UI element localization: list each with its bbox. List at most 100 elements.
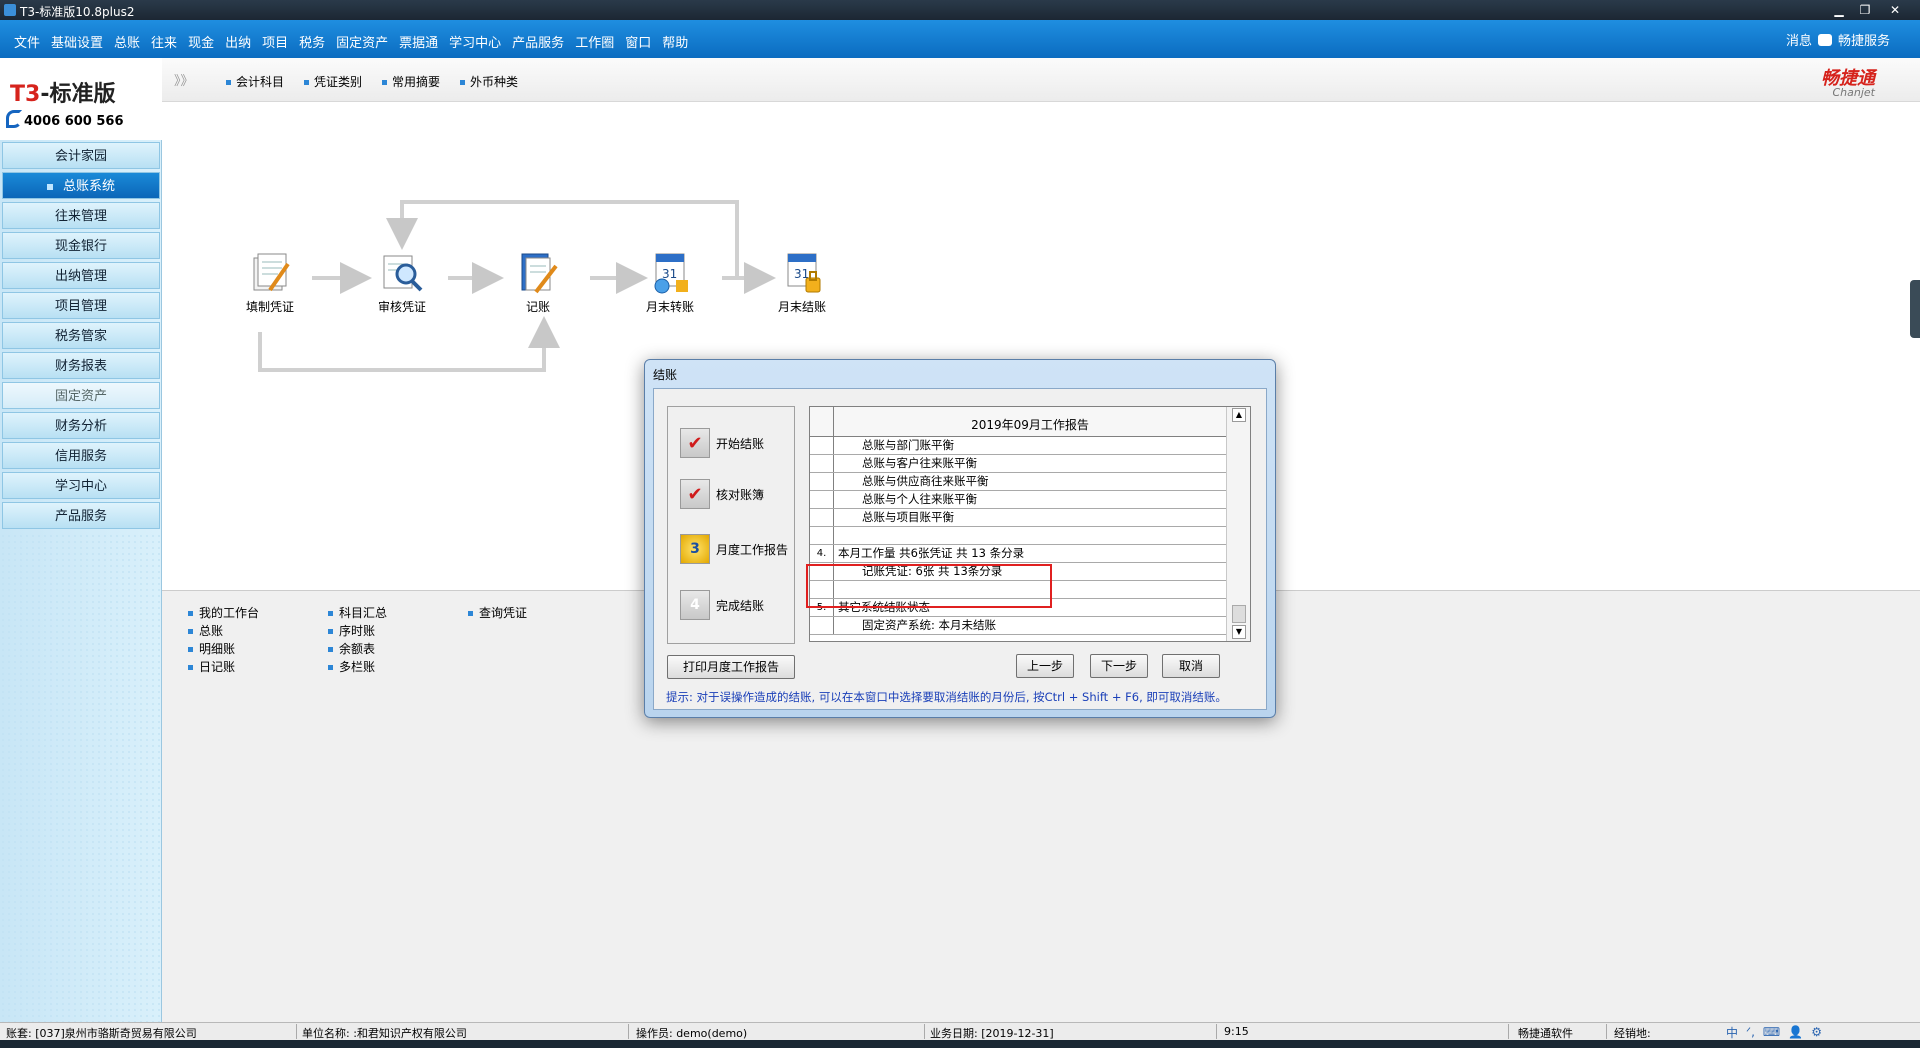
quick-link[interactable]: 明细账 [188,640,235,657]
status-business-date: 业务日期: [2019-12-31] [930,1027,1054,1040]
quick-link[interactable]: 科目汇总 [328,604,387,621]
menu-list: 文件 基础设置 总账 往来 现金 出纳 项目 税务 固定资产 票据通 学习中心 产品服务 工作圈 窗口 帮助 [14,32,699,51]
report-row-index [810,437,834,454]
menu-item[interactable]: 固定资产 [336,32,388,51]
report-row-index [810,527,834,544]
wizard-steps: ✔ 开始结账 ✔ 核对账簿 3 月度工作报告 4 完成结账 [667,406,795,644]
report-row-text: 总账与客户往来账平衡 [862,456,977,470]
sidebar-item[interactable]: 财务分析 [2,412,160,439]
sidebar-item[interactable]: 出纳管理 [2,262,160,289]
report-row-index [810,509,834,526]
toolbar-link[interactable]: 凭证类别 [304,73,362,90]
expand-toggle[interactable]: 》》 [174,70,194,89]
menu-item[interactable]: 窗口 [625,32,651,51]
sidebar-item[interactable]: 总账系统 [2,172,160,199]
report-row: 4. 本月工作量 共6张凭证 共 13 条分录 [810,545,1226,563]
quick-link[interactable]: 日记账 [188,658,235,675]
toolbar-link[interactable]: 外币种类 [460,73,518,90]
sidebar-item-label: 学习中心 [54,479,107,494]
report-row-index [810,473,834,490]
scroll-up-icon[interactable]: ▲ [1232,408,1246,422]
close-icon[interactable]: ✕ [1884,2,1906,18]
wizard-step-label: 月度工作报告 [716,542,789,557]
sidebar-item[interactable]: 现金银行 [2,232,160,259]
menu-item[interactable]: 工作圈 [575,32,614,51]
title-bar: T3-标准版10.8plus2 ▁ ❐ ✕ [0,0,1920,20]
report-row-text: 固定资产系统: 本月未结账 [862,618,997,632]
messages-link[interactable]: 消息 [1786,30,1812,49]
flow-node[interactable]: 审核凭证 [362,250,442,315]
menu-item[interactable]: 文件 [14,32,40,51]
print-report-button[interactable]: 打印月度工作报告 [667,655,795,679]
ime-keyboard-icon[interactable]: ⌨ [1763,1025,1780,1039]
status-unit: 单位名称: :和君知识产权有限公司 [302,1027,467,1040]
toolbar-links: 会计科目 凭证类别 常用摘要 外币种类 [226,73,538,90]
toolbar-link[interactable]: 会计科目 [226,73,284,90]
prev-step-button[interactable]: 上一步 [1016,654,1074,678]
menu-item[interactable]: 项目 [262,32,288,51]
ime-settings-icon[interactable]: ⚙ [1811,1025,1822,1039]
flow-node[interactable]: 31 月末结账 [762,250,842,315]
quick-link[interactable]: 余额表 [328,640,375,657]
flow-node[interactable]: 记账 [498,250,578,315]
report-scrollbar[interactable]: ▲ ▼ [1226,407,1250,641]
sidebar-item[interactable]: 税务管家 [2,322,160,349]
flow-node[interactable]: 31 月末转账 [630,250,710,315]
sidebar-item[interactable]: 项目管理 [2,292,160,319]
report-row: 总账与项目账平衡 [810,509,1226,527]
flow-node[interactable]: 填制凭证 [230,250,310,315]
maximize-icon[interactable]: ❐ [1854,2,1876,18]
next-step-button[interactable]: 下一步 [1090,654,1148,678]
side-handle[interactable] [1910,280,1920,338]
flow-node-label: 月末转账 [645,300,694,314]
sidebar-item[interactable]: 往来管理 [2,202,160,229]
service-link[interactable]: 畅捷服务 [1838,30,1890,49]
sidebar-item[interactable]: 产品服务 [2,502,160,529]
wizard-step: 3 月度工作报告 [680,533,788,565]
chanjet-logo: 畅捷通 Chanjet [1821,68,1875,99]
menu-item[interactable]: 现金 [188,32,214,51]
sidebar-item[interactable]: 信用服务 [2,442,160,469]
menu-item[interactable]: 票据通 [399,32,438,51]
menu-item[interactable]: 基础设置 [51,32,103,51]
app-icon [4,4,16,16]
menu-item[interactable]: 往来 [151,32,177,51]
report-header: 2019年09月工作报告 [810,407,1226,437]
report-row-text: 总账与项目账平衡 [862,510,954,524]
sidebar-item-label: 税务管家 [54,329,107,344]
menu-item[interactable]: 出纳 [225,32,251,51]
hotline-number: 4006 600 566 [24,114,124,129]
sidebar-item-label: 产品服务 [54,509,107,524]
report-row-text: 总账与供应商往来账平衡 [862,474,989,488]
month-end-close-dialog: 结账 ✔ 开始结账 ✔ 核对账簿 3 月度工作报告 4 完成结账 2019年09月工作报告 总… [644,359,1276,718]
quick-link[interactable]: 总账 [188,622,223,639]
report-row: 总账与供应商往来账平衡 [810,473,1226,491]
sidebar-item[interactable]: 财务报表 [2,352,160,379]
minimize-icon[interactable]: ▁ [1828,2,1850,18]
quick-link[interactable]: 查询凭证 [468,604,527,621]
quick-link[interactable]: 我的工作台 [188,604,259,621]
sidebar-item-label: 现金银行 [54,239,107,254]
menu-item[interactable]: 学习中心 [449,32,501,51]
menu-item[interactable]: 产品服务 [512,32,564,51]
flow-node-label: 月末结账 [777,300,826,314]
menu-item[interactable]: 总账 [114,32,140,51]
quick-link[interactable]: 多栏账 [328,658,375,675]
quick-link[interactable]: 序时账 [328,622,375,639]
menu-item[interactable]: 税务 [299,32,325,51]
cancel-button[interactable]: 取消 [1162,654,1220,678]
menu-item[interactable]: 帮助 [662,32,688,51]
status-account: 账套: [037]泉州市骆斯奇贸易有限公司 [6,1027,197,1040]
sidebar-item[interactable]: 固定资产 [2,382,160,409]
scroll-down-icon[interactable]: ▼ [1232,625,1246,639]
ime-punct-icon[interactable]: ᐟ, [1746,1025,1755,1039]
toolbar: 》》 会计科目 凭证类别 常用摘要 外币种类 畅捷通 Chanjet [162,58,1920,102]
toolbar-link[interactable]: 常用摘要 [382,73,440,90]
scroll-thumb[interactable] [1232,605,1246,623]
ime-toolbar[interactable]: 中 ᐟ, ⌨ 👤 ⚙ [1720,1023,1920,1041]
ime-user-icon[interactable]: 👤 [1788,1025,1803,1039]
ime-chinese-icon[interactable]: 中 [1726,1024,1738,1041]
sidebar-item[interactable]: 会计家园 [2,142,160,169]
posting-icon [516,250,560,294]
sidebar-item[interactable]: 学习中心 [2,472,160,499]
